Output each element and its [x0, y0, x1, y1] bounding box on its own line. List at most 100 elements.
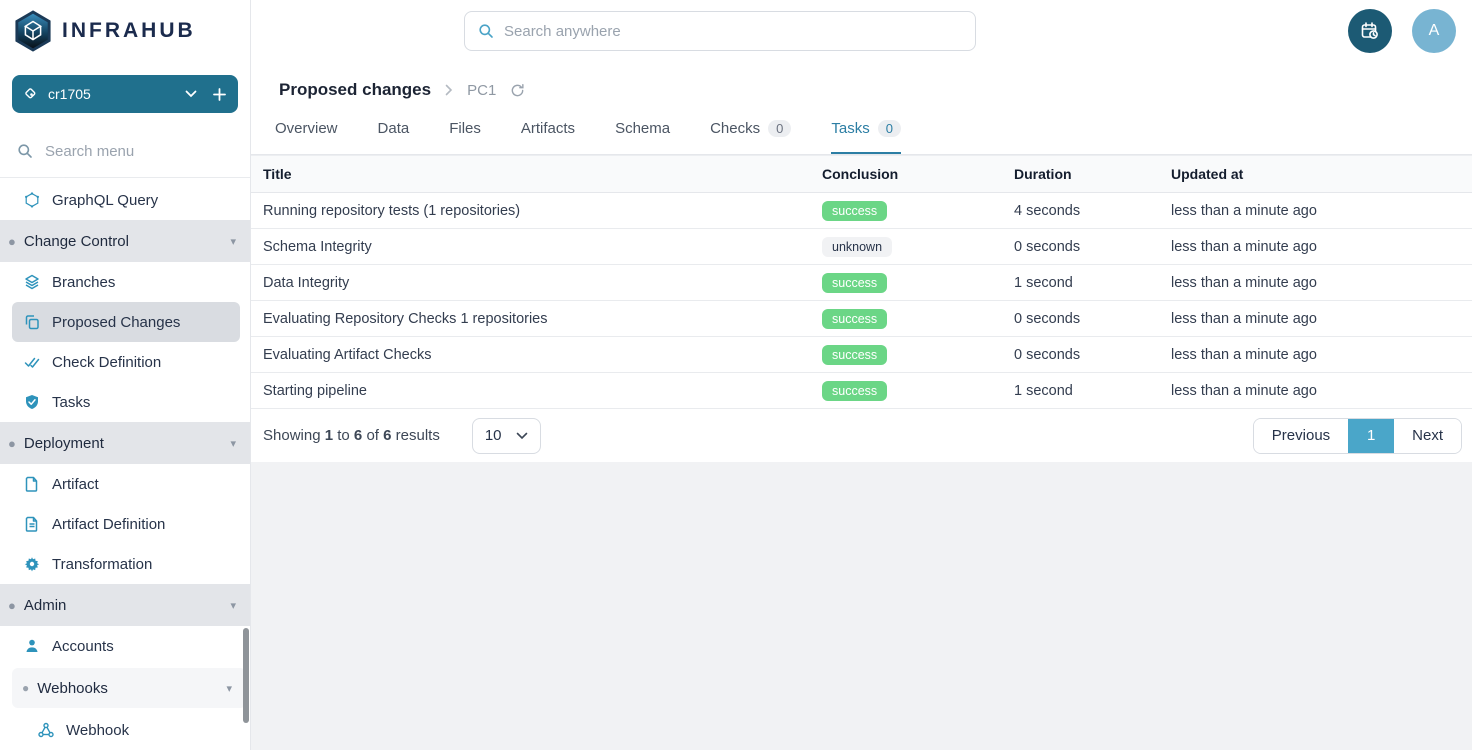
refresh-icon[interactable] [510, 83, 525, 98]
sidebar-item-tasks[interactable]: Tasks [0, 382, 250, 422]
tab-label: Tasks [831, 120, 869, 137]
tab-data[interactable]: Data [378, 118, 410, 154]
summary-to: 6 [354, 427, 362, 444]
main-area: Search anywhere A [251, 0, 1472, 750]
sidebar-search[interactable]: Search menu [0, 125, 250, 178]
page-title[interactable]: Proposed changes [279, 80, 431, 100]
results-summary: Showing 1 to 6 of 6 results [263, 427, 440, 444]
task-duration: 0 seconds [1002, 311, 1159, 327]
tab-checks[interactable]: Checks 0 [710, 118, 791, 154]
tab-label: Data [378, 120, 410, 137]
task-updated: less than a minute ago [1159, 203, 1472, 219]
status-badge: success [822, 273, 887, 293]
sidebar-item-proposed-changes[interactable]: Proposed Changes [12, 302, 240, 342]
sidebar-item-check-definition[interactable]: Check Definition [0, 342, 250, 382]
bullet-icon: ● [22, 681, 29, 695]
task-title: Running repository tests (1 repositories… [251, 203, 810, 219]
breadcrumb: Proposed changes PC1 [251, 62, 1472, 118]
bullet-icon: ● [8, 598, 16, 613]
task-updated: less than a minute ago [1159, 311, 1472, 327]
tab-files[interactable]: Files [449, 118, 481, 154]
caret-down-icon[interactable]: ▾ [226, 682, 232, 695]
summary-text: to [337, 427, 350, 444]
infrahub-logo-icon [14, 10, 52, 52]
task-title: Data Integrity [251, 275, 810, 291]
tab-schema[interactable]: Schema [615, 118, 670, 154]
chevron-down-icon[interactable] [185, 90, 197, 98]
tab-artifacts[interactable]: Artifacts [521, 118, 575, 154]
branch-icon [24, 87, 39, 102]
avatar-letter: A [1429, 22, 1440, 40]
sidebar-search-placeholder: Search menu [45, 143, 134, 160]
sidebar-item-label: GraphQL Query [52, 192, 158, 209]
sidebar-item-label: Tasks [52, 394, 90, 411]
content-background [251, 462, 1472, 750]
status-badge: unknown [822, 237, 892, 257]
branch-selector[interactable]: cr1705 [12, 75, 238, 113]
brand-name: INFRAHUB [62, 19, 196, 43]
tab-bar: Overview Data Files Artifacts Schema Che… [251, 118, 1472, 155]
sidebar-section-deployment[interactable]: ● Deployment ▾ [0, 422, 250, 464]
sidebar-scrollbar[interactable] [243, 628, 249, 723]
bullet-icon: ● [8, 436, 16, 451]
tab-count-badge: 0 [768, 120, 791, 137]
sidebar-item-artifact[interactable]: Artifact [0, 464, 250, 504]
summary-text: of [366, 427, 379, 444]
tab-overview[interactable]: Overview [275, 118, 338, 154]
sidebar-item-label: Accounts [52, 638, 114, 655]
sidebar-item-graphql-query[interactable]: GraphQL Query [0, 180, 250, 220]
status-badge: success [822, 345, 887, 365]
task-title: Schema Integrity [251, 239, 810, 255]
breadcrumb-item[interactable]: PC1 [467, 82, 496, 99]
table-row[interactable]: Schema Integrity unknown 0 seconds less … [251, 229, 1472, 265]
pagination: Showing 1 to 6 of 6 results 10 Previous … [251, 409, 1472, 462]
table-row[interactable]: Data Integrity success 1 second less tha… [251, 265, 1472, 301]
schedule-button[interactable] [1348, 9, 1392, 53]
sidebar-subsection-webhooks[interactable]: ● Webhooks ▾ [12, 668, 246, 708]
table-row[interactable]: Running repository tests (1 repositories… [251, 193, 1472, 229]
task-updated: less than a minute ago [1159, 275, 1472, 291]
sidebar-item-transformation[interactable]: Transformation [0, 544, 250, 584]
sidebar-section-change-control[interactable]: ● Change Control ▾ [0, 220, 250, 262]
task-duration: 1 second [1002, 275, 1159, 291]
summary-from: 1 [325, 427, 333, 444]
avatar[interactable]: A [1412, 9, 1456, 53]
sidebar-subsection-label: Webhooks [37, 680, 108, 697]
caret-down-icon[interactable]: ▾ [230, 437, 236, 450]
shield-check-icon [24, 394, 40, 410]
task-title: Evaluating Repository Checks 1 repositor… [251, 311, 810, 327]
tab-label: Artifacts [521, 120, 575, 137]
caret-down-icon[interactable]: ▾ [230, 235, 236, 248]
caret-down-icon[interactable]: ▾ [230, 599, 236, 612]
column-header-title: Title [251, 166, 810, 182]
webhook-icon [38, 722, 54, 738]
global-search-placeholder: Search anywhere [504, 23, 621, 40]
global-search-input[interactable]: Search anywhere [464, 11, 976, 51]
sidebar-item-branches[interactable]: Branches [0, 262, 250, 302]
top-actions: A [1348, 9, 1456, 53]
file-lines-icon [24, 516, 40, 532]
sidebar-item-label: Transformation [52, 556, 152, 573]
brand-logo[interactable]: INFRAHUB [0, 0, 250, 62]
table-row[interactable]: Evaluating Artifact Checks success 0 sec… [251, 337, 1472, 373]
tab-tasks[interactable]: Tasks 0 [831, 118, 901, 154]
table-row[interactable]: Starting pipeline success 1 second less … [251, 373, 1472, 409]
tab-label: Schema [615, 120, 670, 137]
previous-page-button[interactable]: Previous [1254, 419, 1348, 453]
sidebar-item-artifact-definition[interactable]: Artifact Definition [0, 504, 250, 544]
copy-icon [24, 314, 40, 330]
sidebar-item-webhook[interactable]: Webhook [0, 710, 250, 750]
sidebar-section-admin[interactable]: ● Admin ▾ [0, 584, 250, 626]
table-row[interactable]: Evaluating Repository Checks 1 repositor… [251, 301, 1472, 337]
summary-text: results [396, 427, 440, 444]
sidebar-item-label: Artifact Definition [52, 516, 165, 533]
next-page-button[interactable]: Next [1394, 419, 1461, 453]
add-branch-icon[interactable] [213, 88, 226, 101]
sidebar-section-label: Deployment [24, 435, 104, 452]
sidebar-section-label: Change Control [24, 233, 129, 250]
status-badge: success [822, 201, 887, 221]
status-badge: success [822, 309, 887, 329]
current-page-button[interactable]: 1 [1348, 419, 1394, 453]
page-size-select[interactable]: 10 [472, 418, 541, 454]
sidebar-item-accounts[interactable]: Accounts [0, 626, 250, 666]
